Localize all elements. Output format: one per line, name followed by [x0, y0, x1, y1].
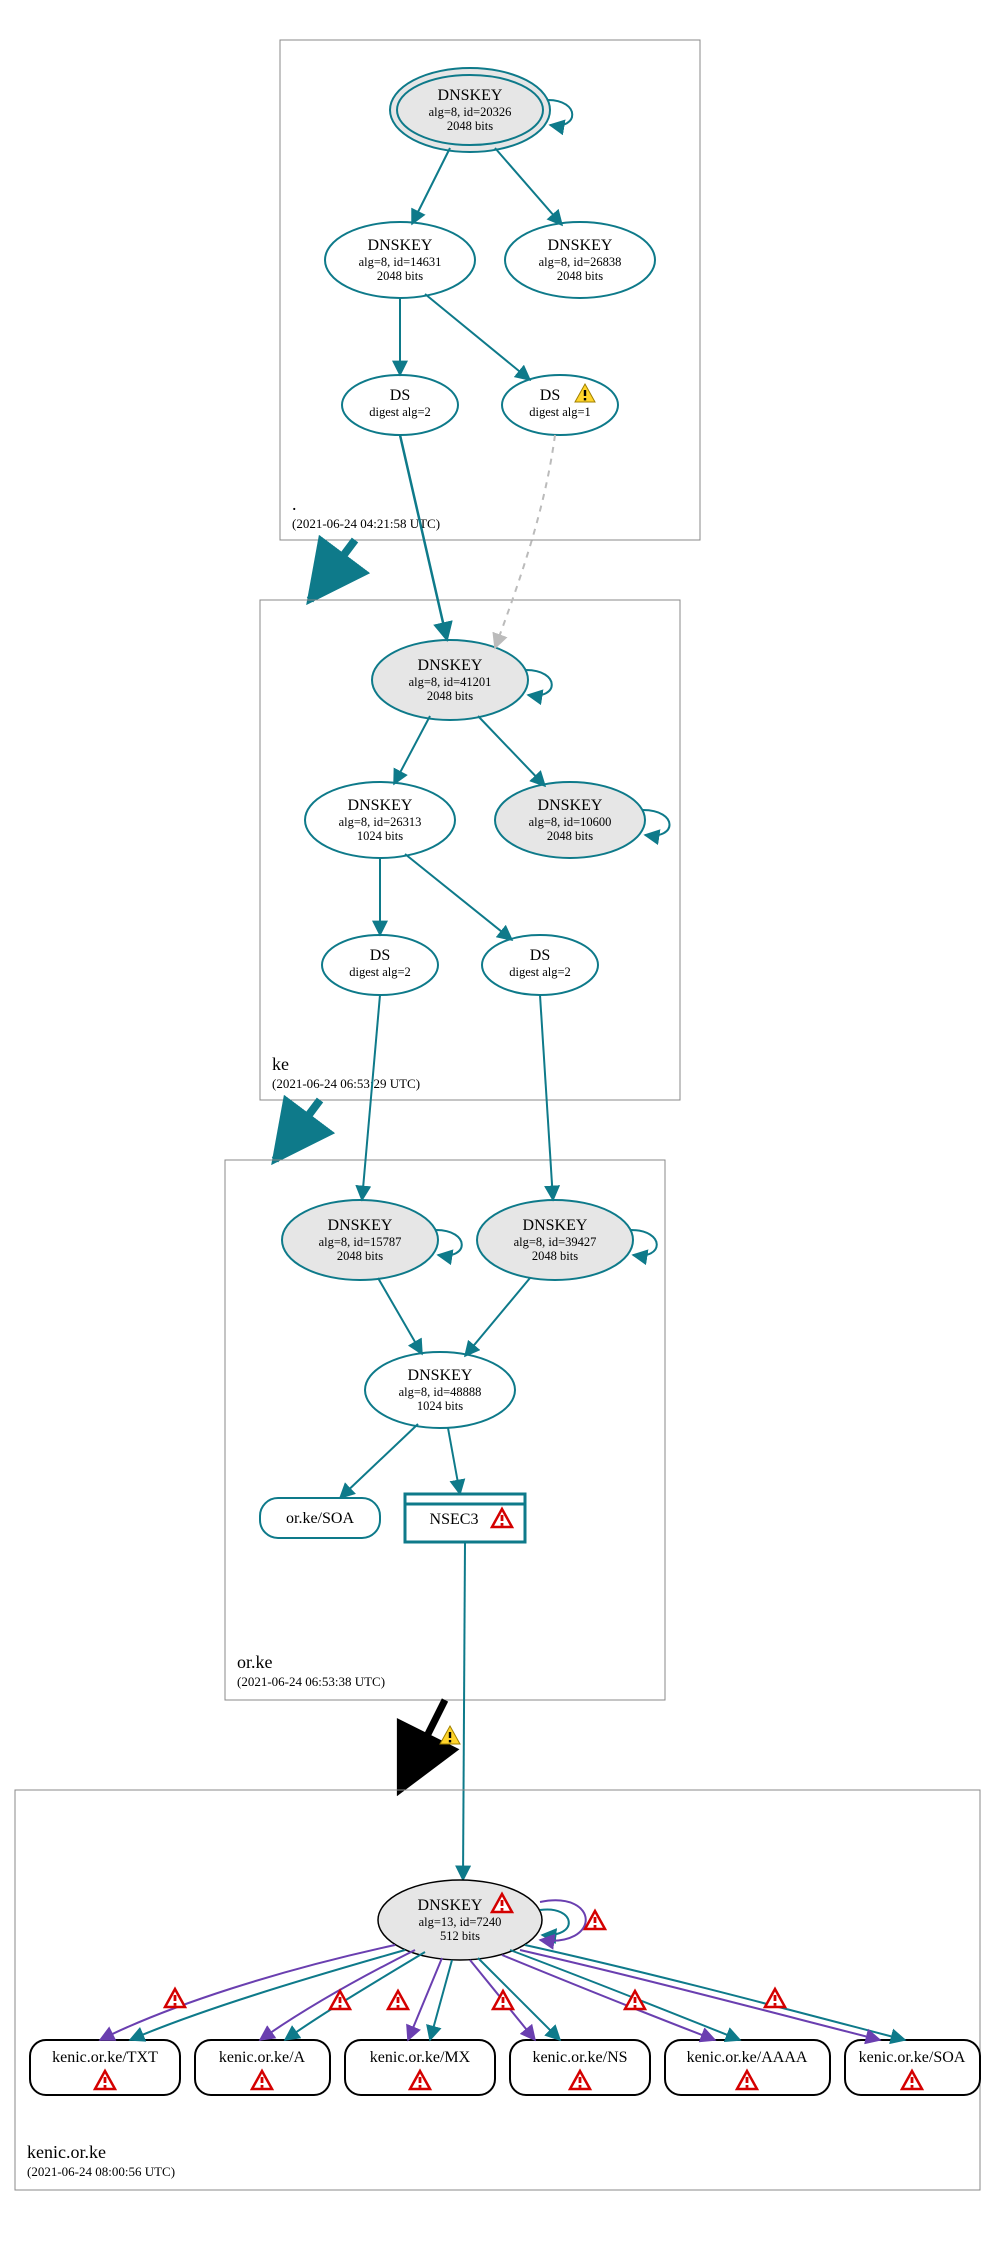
svg-text:1024 bits: 1024 bits: [417, 1399, 463, 1413]
svg-text:.: .: [292, 494, 297, 514]
warning-icon: [440, 1726, 460, 1744]
svg-text:or.ke/SOA: or.ke/SOA: [286, 1510, 354, 1527]
svg-text:kenic.or.ke/NS: kenic.or.ke/NS: [532, 2049, 627, 2066]
node-ke-ds1: DS digest alg=2: [322, 935, 438, 995]
svg-text:or.ke: or.ke: [237, 1652, 273, 1672]
error-icon: [388, 1991, 408, 2009]
svg-text:alg=8, id=14631: alg=8, id=14631: [359, 255, 442, 269]
node-kenic-mx: kenic.or.ke/MX: [345, 2040, 495, 2095]
svg-text:DNSKEY: DNSKEY: [438, 87, 503, 104]
node-orke-k2: DNSKEY alg=8, id=39427 2048 bits: [477, 1200, 633, 1280]
svg-text:ke: ke: [272, 1054, 289, 1074]
svg-text:alg=8, id=26838: alg=8, id=26838: [539, 255, 622, 269]
svg-text:alg=8, id=10600: alg=8, id=10600: [529, 815, 612, 829]
node-kenic-ns: kenic.or.ke/NS: [510, 2040, 650, 2095]
node-root-k1: DNSKEY alg=8, id=14631 2048 bits: [325, 222, 475, 298]
svg-text:DNSKEY: DNSKEY: [348, 797, 413, 814]
svg-text:DNSKEY: DNSKEY: [368, 237, 433, 254]
svg-text:kenic.or.ke/A: kenic.or.ke/A: [219, 2049, 306, 2066]
svg-text:1024 bits: 1024 bits: [357, 829, 403, 843]
svg-text:kenic.or.ke/AAAA: kenic.or.ke/AAAA: [687, 2049, 808, 2066]
svg-text:DNSKEY: DNSKEY: [538, 797, 603, 814]
svg-text:DNSKEY: DNSKEY: [523, 1217, 588, 1234]
svg-text:DS: DS: [530, 947, 550, 964]
svg-text:digest alg=2: digest alg=2: [509, 965, 571, 979]
node-root-ds1: DS digest alg=2: [342, 375, 458, 435]
zone-ke: ke (2021-06-24 06:53:29 UTC) DNSKEY alg=…: [260, 435, 680, 1100]
node-root-ksk: DNSKEY alg=8, id=20326 2048 bits: [390, 68, 550, 152]
svg-text:alg=8, id=48888: alg=8, id=48888: [399, 1385, 482, 1399]
svg-text:DNSKEY: DNSKEY: [548, 237, 613, 254]
svg-text:alg=8, id=26313: alg=8, id=26313: [339, 815, 422, 829]
node-kenic-a: kenic.or.ke/A: [195, 2040, 330, 2095]
svg-text:512 bits: 512 bits: [440, 1929, 480, 1943]
svg-text:digest alg=2: digest alg=2: [369, 405, 431, 419]
node-kenic-txt: kenic.or.ke/TXT: [30, 2040, 180, 2095]
svg-text:DS: DS: [540, 387, 560, 404]
node-orke-k1: DNSKEY alg=8, id=15787 2048 bits: [282, 1200, 438, 1280]
svg-text:alg=8, id=15787: alg=8, id=15787: [319, 1235, 402, 1249]
svg-text:2048 bits: 2048 bits: [557, 269, 603, 283]
svg-text:DNSKEY: DNSKEY: [418, 657, 483, 674]
dnssec-diagram: . (2021-06-24 04:21:58 UTC) DNSKEY alg=8…: [0, 0, 995, 2255]
node-ke-k2: DNSKEY alg=8, id=10600 2048 bits: [495, 782, 645, 858]
node-root-k2: DNSKEY alg=8, id=26838 2048 bits: [505, 222, 655, 298]
svg-text:kenic.or.ke/MX: kenic.or.ke/MX: [370, 2049, 471, 2066]
error-icon: [165, 1989, 185, 2007]
svg-text:2048 bits: 2048 bits: [447, 119, 493, 133]
svg-text:2048 bits: 2048 bits: [532, 1249, 578, 1263]
zone-kenic: kenic.or.ke (2021-06-24 08:00:56 UTC) DN…: [15, 1790, 980, 2190]
svg-text:kenic.or.ke: kenic.or.ke: [27, 2142, 106, 2162]
svg-text:digest alg=1: digest alg=1: [529, 405, 591, 419]
svg-text:alg=8, id=39427: alg=8, id=39427: [514, 1235, 597, 1249]
svg-text:alg=13, id=7240: alg=13, id=7240: [419, 1915, 502, 1929]
svg-text:DS: DS: [390, 387, 410, 404]
node-kenic-k: DNSKEY alg=13, id=7240 512 bits: [378, 1880, 542, 1960]
svg-text:DNSKEY: DNSKEY: [328, 1217, 393, 1234]
svg-text:2048 bits: 2048 bits: [337, 1249, 383, 1263]
node-kenic-soa: kenic.or.ke/SOA: [845, 2040, 980, 2095]
svg-text:DNSKEY: DNSKEY: [418, 1897, 483, 1914]
svg-text:kenic.or.ke/SOA: kenic.or.ke/SOA: [859, 2049, 966, 2066]
svg-text:NSEC3: NSEC3: [430, 1511, 479, 1528]
svg-text:2048 bits: 2048 bits: [427, 689, 473, 703]
svg-text:alg=8, id=20326: alg=8, id=20326: [429, 105, 512, 119]
zone-root: . (2021-06-24 04:21:58 UTC) DNSKEY alg=8…: [280, 40, 700, 540]
svg-text:2048 bits: 2048 bits: [547, 829, 593, 843]
node-ke-k1: DNSKEY alg=8, id=26313 1024 bits: [305, 782, 455, 858]
svg-text:2048 bits: 2048 bits: [377, 269, 423, 283]
node-orke-soa: or.ke/SOA: [260, 1498, 380, 1538]
zone-orke: or.ke (2021-06-24 06:53:38 UTC) DNSKEY a…: [225, 995, 665, 1700]
node-root-ds2: DS digest alg=1: [502, 375, 618, 435]
svg-text:alg=8, id=41201: alg=8, id=41201: [409, 675, 492, 689]
error-icon: [493, 1991, 513, 2009]
node-orke-k3: DNSKEY alg=8, id=48888 1024 bits: [365, 1352, 515, 1428]
svg-text:DS: DS: [370, 947, 390, 964]
svg-text:(2021-06-24 06:53:29 UTC): (2021-06-24 06:53:29 UTC): [272, 1076, 420, 1091]
node-orke-nsec3: NSEC3: [405, 1494, 525, 1542]
node-ke-ds2: DS digest alg=2: [482, 935, 598, 995]
svg-text:(2021-06-24 08:00:56 UTC): (2021-06-24 08:00:56 UTC): [27, 2164, 175, 2179]
svg-text:digest alg=2: digest alg=2: [349, 965, 411, 979]
node-kenic-aaaa: kenic.or.ke/AAAA: [665, 2040, 830, 2095]
error-icon: [765, 1989, 785, 2007]
svg-text:DNSKEY: DNSKEY: [408, 1367, 473, 1384]
error-icon: [585, 1911, 605, 1929]
node-ke-ksk: DNSKEY alg=8, id=41201 2048 bits: [372, 640, 528, 720]
svg-text:(2021-06-24 06:53:38 UTC): (2021-06-24 06:53:38 UTC): [237, 1674, 385, 1689]
svg-text:kenic.or.ke/TXT: kenic.or.ke/TXT: [52, 2049, 158, 2066]
